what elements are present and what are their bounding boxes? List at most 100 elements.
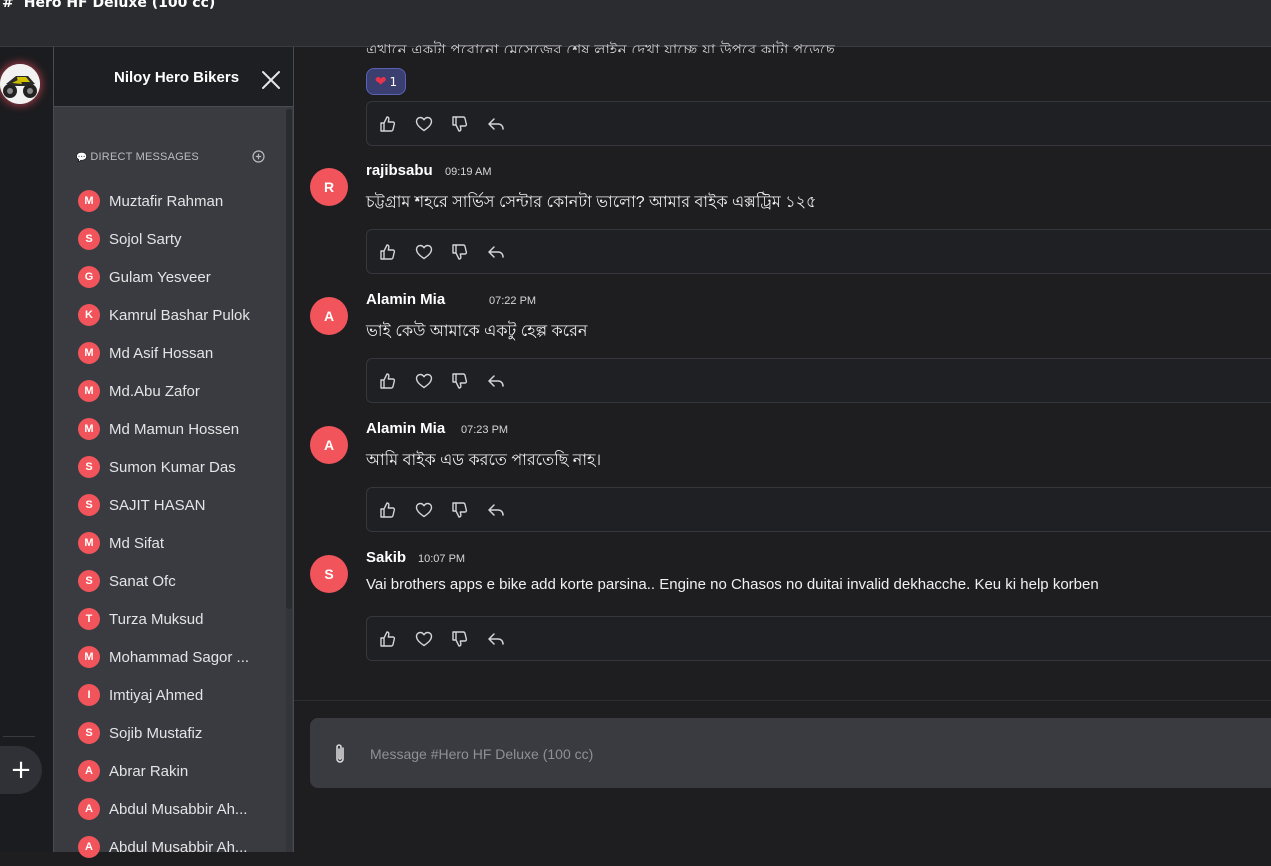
add-circle-icon [252,150,265,163]
heart-reaction-chip[interactable]: ❤ 1 [366,68,406,95]
reply-button[interactable] [486,242,506,262]
reply-icon [488,504,504,516]
thumbs-down-button[interactable] [450,500,470,520]
rail-divider [3,736,35,737]
direct-message-list: M Muztafir Rahman S Sojol Sarty G Gulam Yesve… [78,182,278,866]
dm-name: Abdul Musabbir Ah... [109,800,248,818]
direct-messages-header: 💬 DIRECT MESSAGES [76,151,266,165]
thumbs-down-button[interactable] [450,242,470,262]
heart-outline-button[interactable] [414,371,434,391]
server-avatar[interactable] [0,64,40,104]
dm-item[interactable]: S SAJIT HASAN [78,486,278,524]
message-timestamp: 07:22 PM [489,295,537,307]
thumbs-down-button[interactable] [450,629,470,649]
message-input[interactable] [368,740,1252,768]
message-actions [366,358,1271,403]
message-author[interactable]: Alamin Mia [366,420,445,437]
dm-avatar: K [78,304,100,326]
reply-icon [488,118,504,130]
thumbs-up-icon [380,502,396,518]
reply-button[interactable] [486,629,506,649]
thumbs-down-icon [452,502,468,518]
message-author[interactable]: rajibsabu [366,162,433,179]
thumbs-up-button[interactable] [378,629,398,649]
heart-outline-button[interactable] [414,114,434,134]
speech-bubble-icon: 💬 [76,152,88,162]
message-avatar[interactable]: R [310,168,348,206]
motorbike-icon [0,64,40,104]
message-actions [366,229,1271,274]
dm-name: Mohammad Sagor ... [109,648,250,666]
dm-item[interactable]: M Md.Abu Zafor [78,372,278,410]
heart-outline-icon [415,244,433,260]
dm-item[interactable]: M Md Sifat [78,524,278,562]
dm-item[interactable]: S Sojib Mustafiz [78,714,278,752]
message-avatar[interactable]: S [310,555,348,593]
message-actions [366,487,1271,532]
add-server-button[interactable]: + [0,746,42,794]
dm-item[interactable]: S Sojol Sarty [78,220,278,258]
sidebar-scrollbar[interactable] [286,109,292,609]
reply-button[interactable] [486,371,506,391]
dm-item[interactable]: A Abrar Rakin [78,752,278,790]
dm-item[interactable]: A Abdul Musabbir Ah... [78,790,278,828]
thumbs-up-icon [380,244,396,260]
thumbs-down-icon [452,631,468,647]
message-composer [310,718,1271,788]
dm-avatar: A [78,760,100,782]
dm-item[interactable]: T Turza Muksud [78,600,278,638]
channel-name: Hero HF Deluxe (100 cc) [23,0,216,11]
paperclip-icon [336,744,344,763]
dm-item[interactable]: K Kamrul Bashar Pulok [78,296,278,334]
heart-outline-button[interactable] [414,629,434,649]
thumbs-up-button[interactable] [378,500,398,520]
composer-divider [294,700,1271,701]
message-avatar[interactable]: A [310,426,348,464]
thumbs-up-button[interactable] [378,371,398,391]
dm-name: Abdul Musabbir Ah... [109,838,248,856]
channel-title: # Hero HF Deluxe (100 cc) [2,0,215,11]
thumbs-up-button[interactable] [378,242,398,262]
thumbs-down-button[interactable] [450,114,470,134]
close-button[interactable] [260,69,282,91]
thumbs-up-button[interactable] [378,114,398,134]
close-icon [262,71,280,89]
dm-name: Md Sifat [109,534,165,552]
truncated-previous-message: এখানে একটা পুরোনো মেসেজের শেষ লাইন দেখা … [366,41,836,53]
attach-button[interactable] [332,742,348,766]
dm-item[interactable]: I Imtiyaj Ahmed [78,676,278,714]
heart-outline-icon [415,373,433,389]
dm-avatar: T [78,608,100,630]
add-direct-message-button[interactable] [251,149,266,164]
dm-avatar: S [78,228,100,250]
dm-avatar: M [78,646,100,668]
message-author[interactable]: Alamin Mia [366,291,445,308]
dm-item[interactable]: A Abdul Musabbir Ah... [78,828,278,866]
dm-item[interactable]: G Gulam Yesveer [78,258,278,296]
dm-name: Sumon Kumar Das [109,458,236,476]
dm-name: Turza Muksud [109,610,204,628]
reply-button[interactable] [486,500,506,520]
heart-outline-button[interactable] [414,500,434,520]
message-timestamp: 07:23 PM [461,424,509,436]
thumbs-up-icon [380,373,396,389]
dm-item[interactable]: M Md Asif Hossan [78,334,278,372]
dm-avatar: M [78,190,100,212]
dm-item[interactable]: M Md Mamun Hossen [78,410,278,448]
thumbs-up-icon [380,631,396,647]
message-avatar[interactable]: A [310,297,348,335]
message-text: চট্টগ্রাম শহরে সার্ভিস সেন্টার কোনটা ভাল… [366,194,817,211]
message-author[interactable]: Sakib [366,549,406,566]
heart-outline-icon [415,116,433,132]
dm-avatar: S [78,456,100,478]
dm-item[interactable]: M Muztafir Rahman [78,182,278,220]
heart-outline-icon [415,631,433,647]
dm-item[interactable]: S Sumon Kumar Das [78,448,278,486]
heart-outline-button[interactable] [414,242,434,262]
dm-item[interactable]: S Sanat Ofc [78,562,278,600]
reply-button[interactable] [486,114,506,134]
thumbs-down-button[interactable] [450,371,470,391]
dm-item[interactable]: M Mohammad Sagor ... [78,638,278,676]
dm-name: Gulam Yesveer [109,268,211,286]
dm-name: Sanat Ofc [109,572,176,590]
